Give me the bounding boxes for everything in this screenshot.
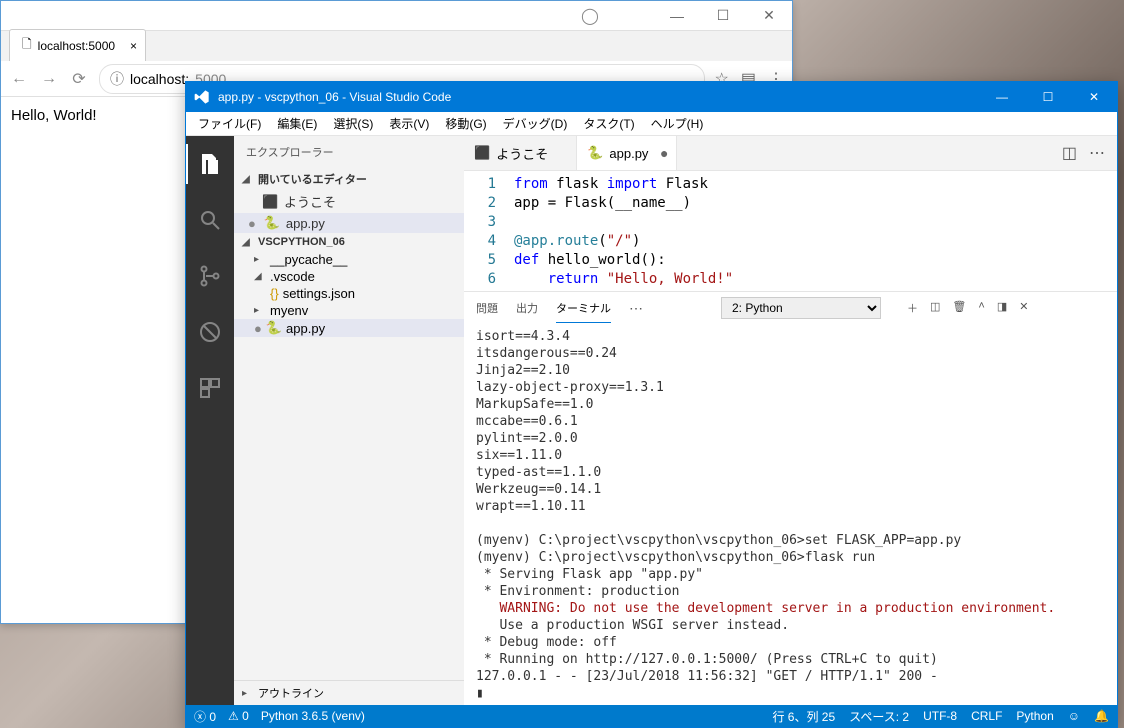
status-python[interactable]: Python 3.6.5 (venv)	[261, 709, 365, 723]
back-button[interactable]: ←	[9, 70, 29, 88]
reload-button[interactable]: ⟳	[69, 69, 89, 89]
tab-favicon: 🗋	[22, 35, 32, 56]
vscode-logo-icon	[194, 89, 210, 105]
activity-bar	[186, 136, 234, 705]
explorer-icon[interactable]	[186, 144, 234, 184]
tab-dirty-icon[interactable]: ●	[660, 145, 668, 161]
panel-more-icon[interactable]: ⋯	[629, 300, 643, 317]
menu-view[interactable]: 表示(V)	[381, 113, 437, 134]
search-icon[interactable]	[186, 200, 234, 240]
terminal-selector[interactable]: 2: Python	[721, 297, 881, 319]
debug-icon[interactable]	[186, 312, 234, 352]
chrome-close-button[interactable]: ✕	[746, 1, 792, 31]
status-bell-icon[interactable]: 🔔	[1094, 709, 1109, 723]
tree-settings[interactable]: {}settings.json	[234, 285, 464, 302]
editor-tabs: ⬛ようこそ 🐍app.py● ◫ ⋯	[464, 136, 1117, 171]
panel-close-icon[interactable]: ✕	[1019, 300, 1028, 316]
status-warnings[interactable]: ⚠ 0	[228, 709, 249, 723]
status-lang[interactable]: Python	[1016, 709, 1053, 723]
sidebar: エクスプローラー ◢開いているエディター ⬛ようこそ ●🐍app.py ◢VSC…	[234, 136, 464, 705]
chrome-tab-strip: 🗋 localhost:5000 ×	[1, 31, 792, 61]
chrome-maximize-button[interactable]: ☐	[700, 1, 746, 31]
tree-app[interactable]: ●🐍app.py	[234, 319, 464, 337]
tab-close-icon[interactable]: ×	[130, 39, 137, 53]
terminal[interactable]: isort==4.3.4 itsdangerous==0.24 Jinja2==…	[464, 324, 1117, 705]
menu-go[interactable]: 移動(G)	[437, 113, 494, 134]
url-host: localhost:	[130, 71, 189, 87]
vscode-close-button[interactable]: ✕	[1071, 82, 1117, 112]
split-editor-icon[interactable]: ◫	[1062, 143, 1077, 163]
panel: 問題 出力 ターミナル ⋯ 2: Python ＋ ◫ 🗑 ˄ ◨ ✕ isor…	[464, 291, 1117, 705]
status-encoding[interactable]: UTF-8	[923, 709, 957, 723]
tab-app[interactable]: 🐍app.py●	[577, 136, 677, 170]
chrome-user-icon[interactable]: ◯	[581, 6, 599, 26]
chrome-titlebar: ◯ — ☐ ✕	[1, 1, 792, 31]
vscode-minimize-button[interactable]: —	[979, 82, 1025, 112]
panel-up-icon[interactable]: ˄	[978, 300, 984, 316]
status-bar: ⓧ 0 ⚠ 0 Python 3.6.5 (venv) 行 6、列 25 スペー…	[186, 705, 1117, 727]
hello-text: Hello, World!	[11, 107, 97, 124]
tree-vscode[interactable]: ◢.vscode	[234, 268, 464, 285]
menu-task[interactable]: タスク(T)	[575, 113, 642, 134]
vscode-window: app.py - vscpython_06 - Visual Studio Co…	[185, 81, 1118, 728]
open-editors-section[interactable]: ◢開いているエディター	[234, 168, 464, 190]
panel-tab-terminal[interactable]: ターミナル	[556, 294, 611, 323]
status-lncol[interactable]: 行 6、列 25	[772, 708, 835, 725]
panel-tab-problems[interactable]: 問題	[476, 294, 498, 322]
window-title: app.py - vscpython_06 - Visual Studio Co…	[218, 90, 979, 104]
forward-button[interactable]: →	[39, 70, 59, 88]
editor[interactable]: 123456 from flask import Flask app = Fla…	[464, 171, 1117, 291]
status-feedback-icon[interactable]: ☺	[1068, 709, 1080, 723]
status-eol[interactable]: CRLF	[971, 709, 1002, 723]
source-control-icon[interactable]	[186, 256, 234, 296]
status-spaces[interactable]: スペース: 2	[849, 708, 909, 725]
open-editor-app[interactable]: ●🐍app.py	[234, 213, 464, 233]
tree-myenv[interactable]: ▸myenv	[234, 302, 464, 319]
vscode-maximize-button[interactable]: ☐	[1025, 82, 1071, 112]
panel-tabs: 問題 出力 ターミナル ⋯ 2: Python ＋ ◫ 🗑 ˄ ◨ ✕	[464, 292, 1117, 324]
tree-pycache[interactable]: ▸__pycache__	[234, 251, 464, 268]
split-terminal-icon[interactable]: ◫	[930, 300, 940, 316]
new-terminal-icon[interactable]: ＋	[907, 300, 918, 316]
panel-tab-output[interactable]: 出力	[516, 294, 538, 322]
status-errors[interactable]: ⓧ 0	[194, 708, 216, 725]
menu-help[interactable]: ヘルプ(H)	[643, 113, 712, 134]
tab-welcome[interactable]: ⬛ようこそ	[464, 136, 577, 170]
line-numbers: 123456	[464, 175, 514, 291]
panel-maximize-icon[interactable]: ◨	[997, 300, 1007, 316]
menu-select[interactable]: 選択(S)	[325, 113, 381, 134]
menu-file[interactable]: ファイル(F)	[190, 113, 269, 134]
site-info-icon[interactable]: ⓘ	[110, 69, 124, 89]
code-content[interactable]: from flask import Flask app = Flask(__na…	[514, 175, 1117, 291]
project-section[interactable]: ◢VSCPYTHON_06	[234, 233, 464, 251]
kill-terminal-icon[interactable]: 🗑	[952, 300, 966, 316]
more-actions-icon[interactable]: ⋯	[1089, 143, 1105, 163]
open-editor-welcome[interactable]: ⬛ようこそ	[234, 190, 464, 213]
chrome-tab-title: localhost:5000	[38, 39, 115, 53]
vscode-titlebar[interactable]: app.py - vscpython_06 - Visual Studio Co…	[186, 82, 1117, 112]
chrome-tab[interactable]: 🗋 localhost:5000 ×	[9, 29, 146, 61]
sidebar-title: エクスプローラー	[234, 136, 464, 168]
extensions-icon[interactable]	[186, 368, 234, 408]
menu-debug[interactable]: デバッグ(D)	[495, 113, 576, 134]
vscode-menubar: ファイル(F) 編集(E) 選択(S) 表示(V) 移動(G) デバッグ(D) …	[186, 112, 1117, 136]
chrome-minimize-button[interactable]: —	[654, 1, 700, 31]
outline-section[interactable]: ▸アウトライン	[234, 680, 464, 705]
menu-edit[interactable]: 編集(E)	[269, 113, 325, 134]
